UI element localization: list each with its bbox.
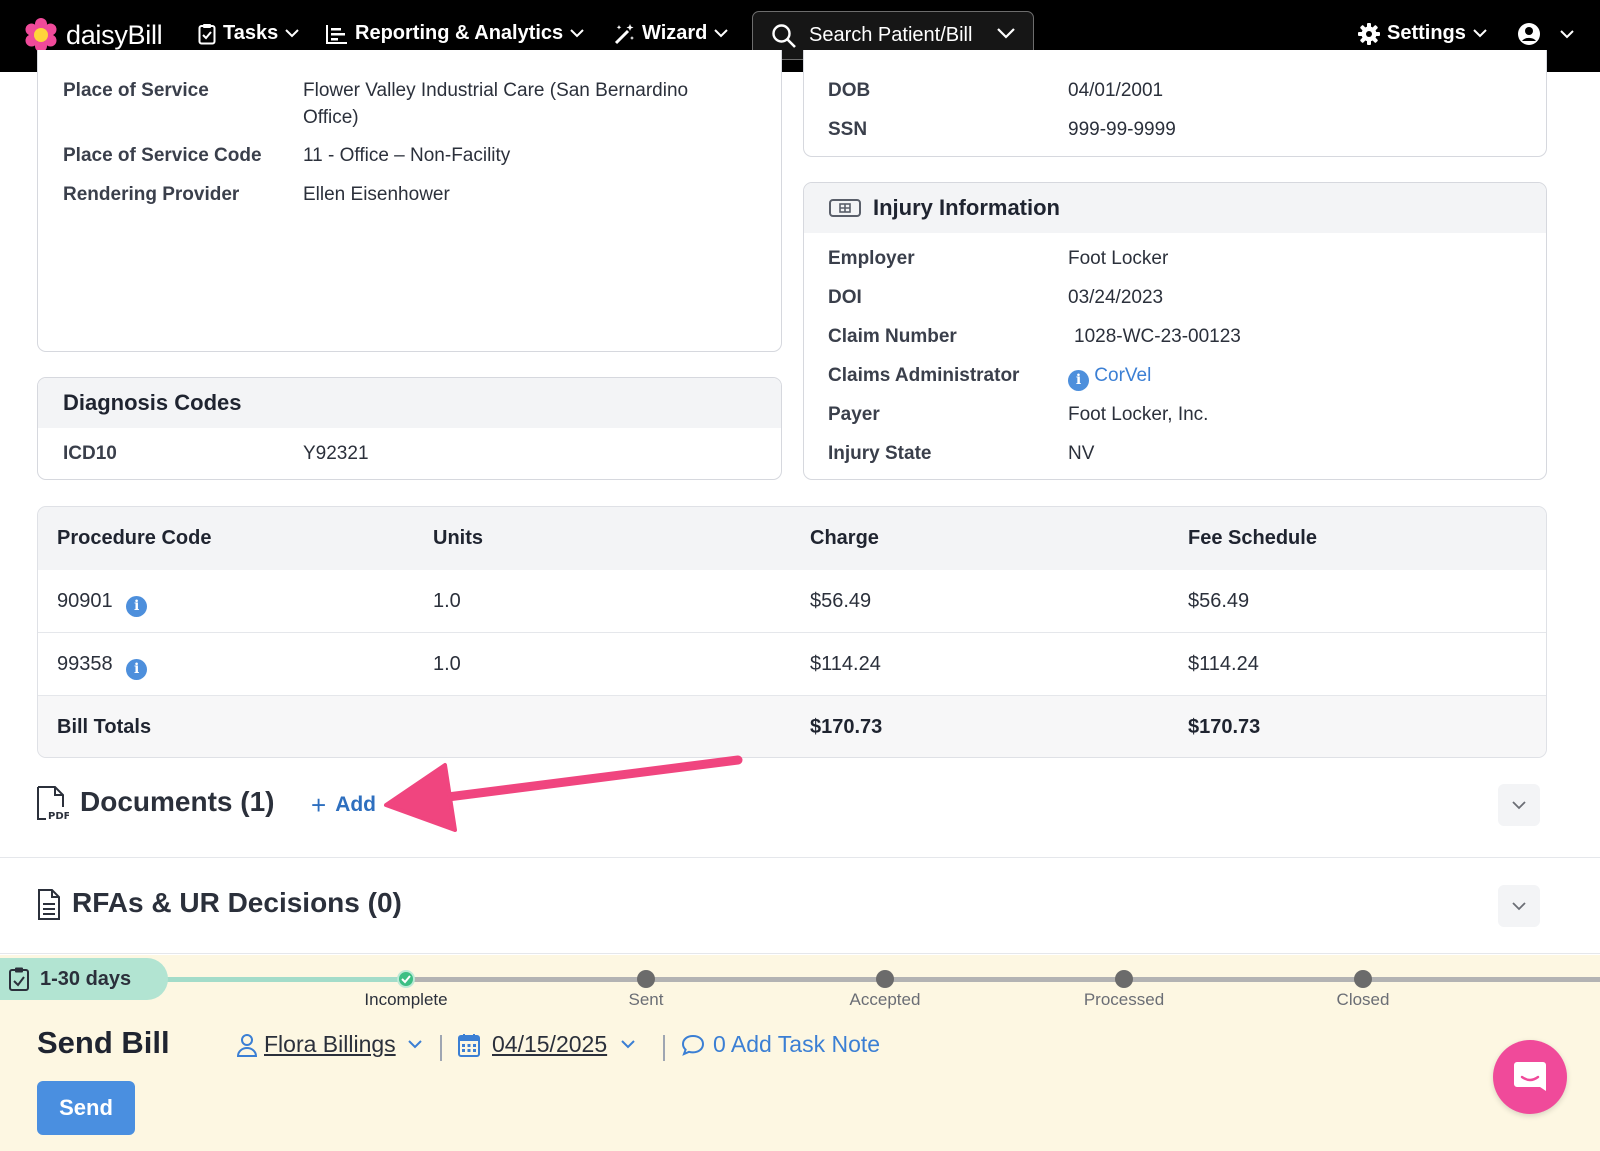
due-date-value: 04/15/2025 xyxy=(492,1031,608,1057)
rfas-title: RFAs & UR Decisions (0) xyxy=(72,887,402,918)
chevron-down-icon xyxy=(1512,901,1526,910)
step-dot-accepted xyxy=(876,970,894,988)
step-dot-incomplete xyxy=(397,970,415,988)
due-date-dropdown[interactable]: 04/15/2025 xyxy=(458,1031,635,1058)
rfas-section: RFAs & UR Decisions (0) xyxy=(0,883,1600,928)
user-icon xyxy=(236,1033,258,1057)
comment-icon xyxy=(681,1034,705,1056)
step-label-accepted: Accepted xyxy=(849,990,921,1009)
step-label-closed: Closed xyxy=(1336,990,1390,1009)
send-button[interactable]: Send xyxy=(37,1081,135,1135)
step-label-incomplete: Incomplete xyxy=(364,990,448,1009)
step-dot-closed xyxy=(1354,970,1372,988)
assignee-dropdown[interactable]: Flora Billings xyxy=(236,1031,422,1058)
step-label-processed: Processed xyxy=(1083,990,1165,1009)
chevron-down-icon xyxy=(621,1040,635,1049)
step-dot-sent xyxy=(637,970,655,988)
age-badge: 1-30 days xyxy=(0,958,168,1000)
meta-separator xyxy=(663,1035,665,1061)
calendar-icon xyxy=(458,1033,480,1057)
chevron-down-icon xyxy=(407,1040,422,1049)
chat-icon xyxy=(1514,1062,1546,1091)
task-note-label: 0 Add Task Note xyxy=(713,1031,881,1057)
task-workflow-bar: 1-30 days Incomplete Sent Accepted Proce… xyxy=(0,955,1600,1151)
section-divider xyxy=(0,953,1600,954)
progress-track-completed xyxy=(150,977,406,982)
step-label-sent: Sent xyxy=(628,990,664,1009)
rfas-collapse-button[interactable] xyxy=(1498,885,1540,927)
document-icon xyxy=(38,889,60,920)
age-badge-label: 1-30 days xyxy=(40,967,132,990)
step-dot-processed xyxy=(1115,970,1133,988)
chat-support-button[interactable] xyxy=(1493,1040,1567,1114)
clipboard-check-icon xyxy=(9,967,29,991)
section-divider xyxy=(0,857,1600,858)
add-task-note-button[interactable]: 0 Add Task Note xyxy=(681,1031,880,1058)
meta-separator xyxy=(440,1035,442,1061)
check-icon xyxy=(401,975,411,984)
task-title: Send Bill xyxy=(37,1025,170,1060)
assignee-name: Flora Billings xyxy=(264,1031,396,1057)
